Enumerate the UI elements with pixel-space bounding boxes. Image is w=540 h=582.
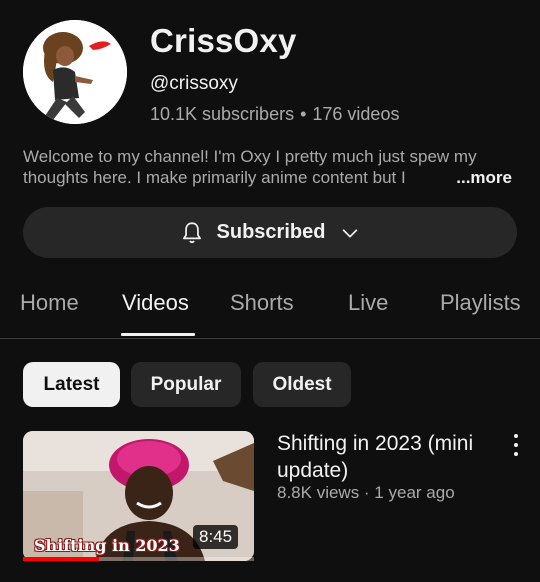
tab-live[interactable]: Live: [348, 290, 388, 316]
tab-playlists[interactable]: Playlists: [440, 290, 521, 316]
subscribed-label: Subscribed: [216, 221, 326, 243]
tab-shorts[interactable]: Shorts: [230, 290, 294, 316]
active-tab-indicator: [121, 333, 195, 336]
subscriber-count: 10.1K subscribers: [150, 104, 295, 124]
filter-latest[interactable]: Latest: [23, 362, 120, 407]
channel-description[interactable]: Welcome to my channel! I'm Oxy I pretty …: [23, 146, 518, 188]
watch-progress-bar: [23, 557, 254, 561]
thumbnail-caption: Shifting in 2023: [34, 536, 180, 555]
video-meta: 8.8K views · 1 year ago: [277, 483, 455, 502]
video-duration: 8:45: [193, 525, 239, 549]
stats-separator: •: [300, 104, 307, 124]
description-line-1: Welcome to my channel! I'm Oxy I pretty …: [23, 147, 477, 166]
channel-handle: @crissoxy: [150, 73, 238, 94]
video-title[interactable]: Shifting in 2023 (mini update): [277, 430, 487, 484]
bell-icon: [179, 220, 205, 246]
filter-popular[interactable]: Popular: [131, 362, 241, 407]
video-count: 176 videos: [312, 104, 400, 124]
subscribed-button[interactable]: Subscribed: [23, 207, 517, 258]
chevron-down-icon: [339, 222, 361, 244]
channel-avatar[interactable]: [23, 20, 127, 124]
more-link[interactable]: ...more: [452, 167, 512, 188]
watch-progress-fill: [23, 557, 100, 561]
more-options-icon[interactable]: [508, 434, 524, 456]
avatar-illustration: [23, 20, 127, 124]
tab-videos[interactable]: Videos: [122, 290, 189, 316]
tab-home[interactable]: Home: [20, 290, 79, 316]
channel-tabs: Home Videos Shorts Live Playlists: [0, 276, 540, 339]
channel-name: CrissOxy: [150, 22, 297, 59]
channel-stats: 10.1K subscribers • 176 videos: [150, 104, 399, 125]
filter-oldest[interactable]: Oldest: [253, 362, 351, 407]
